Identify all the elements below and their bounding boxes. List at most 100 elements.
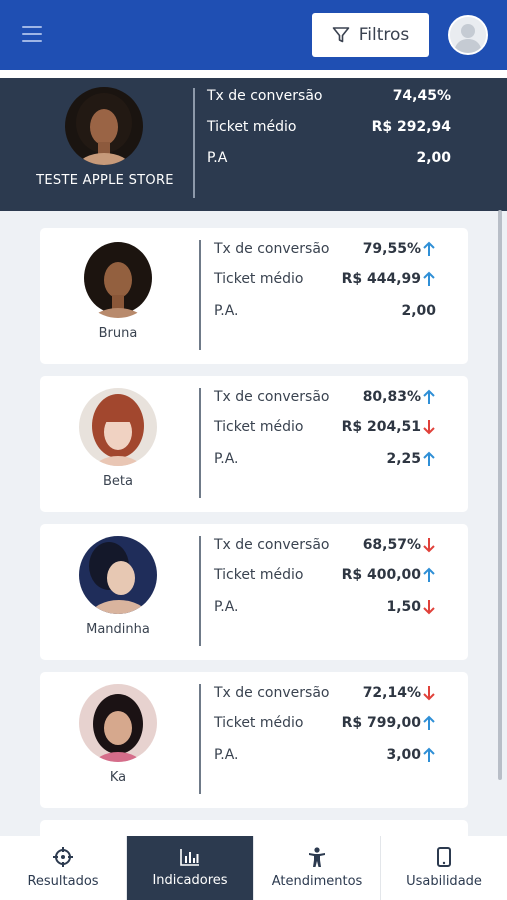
seller-metric: Ticket médio R$ 799,00 xyxy=(214,712,436,734)
nav-label: Resultados xyxy=(27,874,99,889)
trend-up-icon xyxy=(423,271,435,286)
store-metric-conversion: Tx de conversão 74,45% xyxy=(207,85,451,107)
metric-label: Tx de conversão xyxy=(214,241,330,257)
metric-value-group: R$ 444,99 xyxy=(342,271,436,287)
metric-label: P.A xyxy=(207,150,228,166)
user-silhouette-icon xyxy=(450,17,486,53)
metric-value-group: R$ 204,51 xyxy=(342,419,436,435)
seller-card[interactable]: Ka Tx de conversão 72,14% Ticket médio R$ 79… xyxy=(40,672,468,808)
filter-button[interactable]: Filtros xyxy=(312,13,429,57)
seller-metric: Tx de conversão 79,55% xyxy=(214,238,436,260)
metric-value-group: R$ 400,00 xyxy=(342,567,436,583)
metric-label: P.A. xyxy=(214,747,239,763)
filter-button-label: Filtros xyxy=(358,25,410,45)
seller-metric: P.A. 2,25 xyxy=(214,448,436,470)
metric-value: 2,00 xyxy=(401,303,436,319)
smartphone-icon xyxy=(437,847,451,867)
seller-metric: P.A. 1,50 xyxy=(214,596,436,618)
seller-metric: Tx de conversão 68,57% xyxy=(214,534,436,556)
seller-card[interactable]: Mandinha Tx de conversão 68,57% Ticket médi… xyxy=(40,524,468,660)
seller-avatar xyxy=(79,240,157,318)
nav-item-resultados[interactable]: Resultados xyxy=(0,836,126,900)
metric-value: 3,00 xyxy=(386,747,421,763)
metric-value-group: 80,83% xyxy=(363,389,436,405)
store-divider xyxy=(193,88,195,198)
metric-value: 68,57% xyxy=(362,537,421,553)
seller-card[interactable]: Beta Tx de conversão 80,83% Ticket médio R$ … xyxy=(40,376,468,512)
seller-metric: Ticket médio R$ 204,51 xyxy=(214,416,436,438)
nav-label: Indicadores xyxy=(152,873,228,888)
header-separator xyxy=(0,70,507,78)
seller-metric: P.A. 3,00 xyxy=(214,744,436,766)
metric-label: Ticket médio xyxy=(214,419,304,435)
seller-metric: Tx de conversão 72,14% xyxy=(214,682,436,704)
funnel-icon xyxy=(332,27,350,43)
metric-value: R$ 292,94 xyxy=(371,119,451,135)
metric-value: 74,45% xyxy=(392,88,451,104)
nav-item-atendimentos[interactable]: Atendimentos xyxy=(253,836,380,900)
seller-divider xyxy=(199,684,201,794)
metric-label: Tx de conversão xyxy=(214,685,330,701)
metric-value-group: 2,00 xyxy=(401,303,436,319)
seller-metric: Tx de conversão 80,83% xyxy=(214,386,436,408)
metric-value-group: 1,50 xyxy=(386,599,436,615)
metric-value: 2,00 xyxy=(416,150,451,166)
metric-value-group: 79,55% xyxy=(363,241,436,257)
seller-divider xyxy=(199,240,201,350)
metric-label: P.A. xyxy=(214,599,239,615)
store-metric-ticket: Ticket médio R$ 292,94 xyxy=(207,116,451,138)
metric-label: Tx de conversão xyxy=(207,88,323,104)
metric-value: 80,83% xyxy=(362,389,421,405)
metric-label: Ticket médio xyxy=(214,271,304,287)
user-avatar[interactable] xyxy=(448,15,488,55)
metric-label: Tx de conversão xyxy=(214,537,330,553)
store-name: TESTE APPLE STORE xyxy=(36,173,174,188)
metric-value-group: 68,57% xyxy=(363,537,436,553)
trend-up-icon xyxy=(423,241,435,256)
metric-label: P.A. xyxy=(214,303,239,319)
seller-name: Mandinha xyxy=(86,622,150,637)
seller-metric: Ticket médio R$ 400,00 xyxy=(214,564,436,586)
crosshair-icon xyxy=(53,847,73,867)
seller-card[interactable]: Bruna Tx de conversão 79,55% Ticket médio R$… xyxy=(40,228,468,364)
trend-up-icon xyxy=(423,389,435,404)
seller-avatar xyxy=(79,536,157,614)
seller-divider xyxy=(199,536,201,646)
trend-down-icon xyxy=(423,600,435,615)
metric-value-group: R$ 799,00 xyxy=(342,715,436,731)
metric-label: P.A. xyxy=(214,451,239,467)
top-bar: Filtros xyxy=(0,0,507,70)
store-metric-pa: P.A 2,00 xyxy=(207,147,451,169)
trend-up-icon xyxy=(423,451,435,466)
seller-avatar xyxy=(79,388,157,466)
metric-value: R$ 799,00 xyxy=(341,715,421,731)
nav-item-indicadores[interactable]: Indicadores xyxy=(126,836,253,900)
trend-down-icon xyxy=(423,686,435,701)
seller-avatar xyxy=(79,684,157,762)
metric-label: Tx de conversão xyxy=(214,389,330,405)
trend-up-icon xyxy=(423,567,435,582)
metric-value: 1,50 xyxy=(386,599,421,615)
nav-label: Atendimentos xyxy=(271,874,363,889)
scrollbar[interactable] xyxy=(498,210,502,780)
metric-value: 2,25 xyxy=(386,451,421,467)
bottom-navigation: Resultados Indicadores Atendimentos Usab… xyxy=(0,836,507,900)
metric-value: R$ 444,99 xyxy=(341,271,421,287)
metric-label: Ticket médio xyxy=(214,715,304,731)
metric-value: R$ 204,51 xyxy=(341,419,421,435)
metric-value: 72,14% xyxy=(362,685,421,701)
store-avatar xyxy=(65,87,143,165)
metric-value-group: 2,25 xyxy=(386,451,436,467)
seller-metric: Ticket médio R$ 444,99 xyxy=(214,268,436,290)
seller-divider xyxy=(199,388,201,498)
seller-name: Ka xyxy=(109,770,127,785)
seller-metric: P.A. 2,00 xyxy=(214,300,436,322)
metric-value: R$ 400,00 xyxy=(341,567,421,583)
store-summary-panel: TESTE APPLE STORE Tx de conversão 74,45%… xyxy=(0,78,507,211)
hamburger-menu-icon[interactable] xyxy=(22,26,42,42)
metric-label: Ticket médio xyxy=(207,119,297,135)
seller-name: Bruna xyxy=(98,326,138,341)
nav-item-usabilidade[interactable]: Usabilidade xyxy=(380,836,507,900)
metric-label: Ticket médio xyxy=(214,567,304,583)
person-icon xyxy=(309,847,325,867)
